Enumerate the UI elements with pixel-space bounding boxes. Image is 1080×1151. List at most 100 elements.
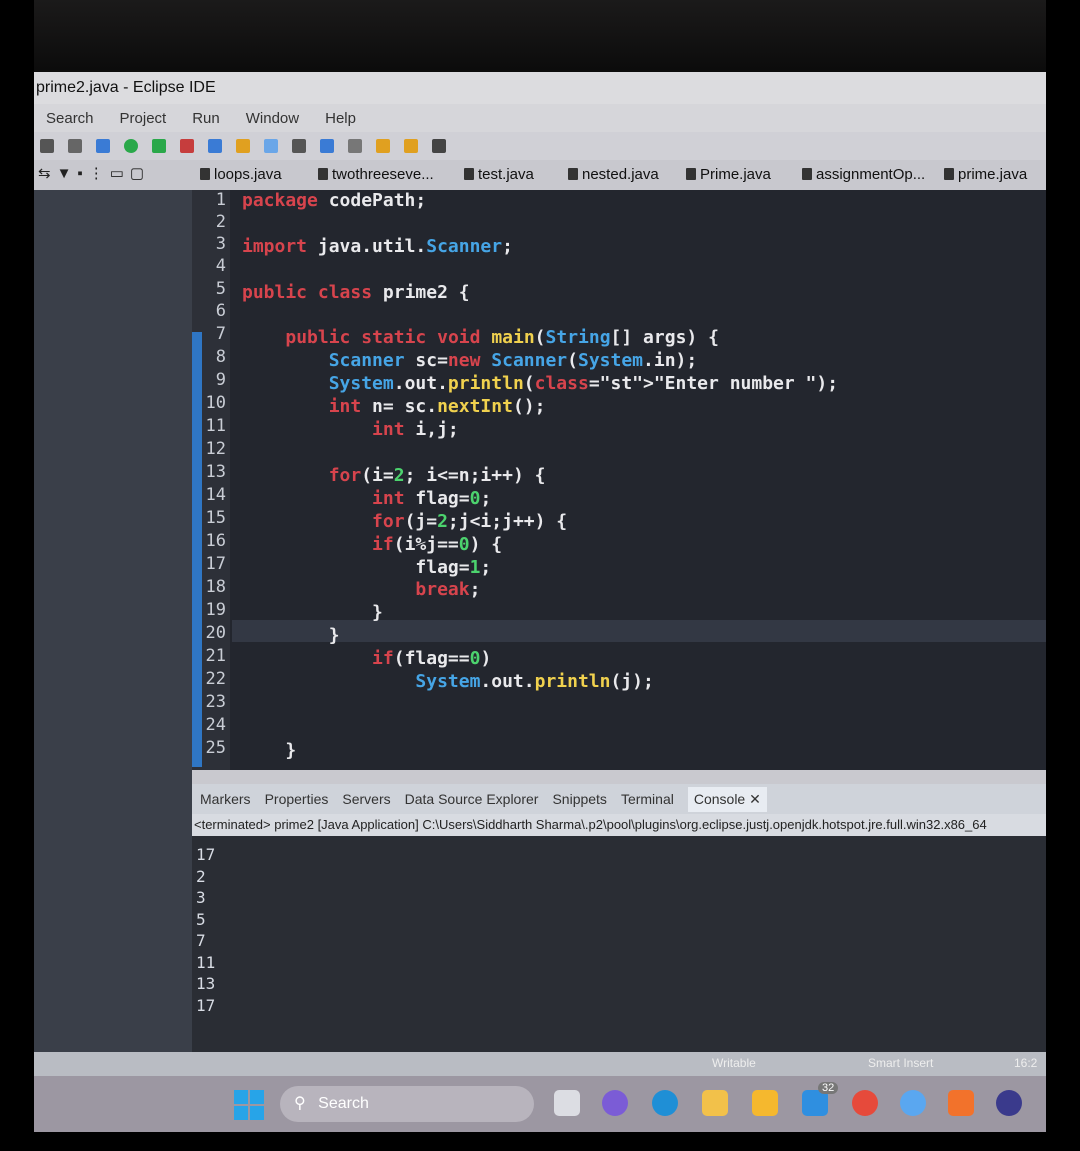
line-number: 23 [205,692,226,712]
menu-search[interactable]: Search [46,110,94,127]
tab-prime-lower[interactable]: prime.java [944,166,1027,183]
menu-help[interactable]: Help [325,110,356,127]
java-file-icon [318,168,328,180]
chat-icon[interactable] [602,1090,628,1116]
mail-badge: 32 [818,1082,839,1094]
line-number: 1 [215,190,226,210]
line-number: 9 [215,370,226,390]
search-tool-icon[interactable] [236,139,250,153]
code-line[interactable]: Scanner sc=new Scanner(System.in); [242,350,838,373]
code-line[interactable]: int n= sc.nextInt(); [242,396,838,419]
tab-label: nested.java [582,166,659,183]
external-tools-icon[interactable] [180,139,194,153]
code-line[interactable]: package codePath; [242,190,838,213]
code-line[interactable]: for(i=2; i<=n;i++) { [242,465,838,488]
line-number: 6 [215,301,226,321]
tab-twothreeseve[interactable]: twothreeseve... [318,166,434,183]
perspective-icon[interactable] [320,139,334,153]
code-line[interactable]: } [242,602,838,625]
save-icon[interactable] [68,139,82,153]
tab-assignmentop[interactable]: assignmentOp... [802,166,925,183]
edge-icon[interactable] [652,1090,678,1116]
tab-servers[interactable]: Servers [342,791,390,807]
task-view-icon[interactable] [554,1090,580,1116]
line-number: 16 [205,531,226,551]
line-number: 11 [205,416,226,436]
editor-tab-row: ⇆▼▪⋮▭▢ loops.java twothreeseve... test.j… [34,160,1046,190]
back-arrow-icon[interactable] [376,139,390,153]
code-line[interactable]: for(j=2;j<i;j++) { [242,511,838,534]
screen: prime2.java - Eclipse IDE Search Project… [34,72,1046,1132]
code-line[interactable] [242,259,838,282]
code-line[interactable]: System.out.println(class="st">"Enter num… [242,373,838,396]
code-editor[interactable]: 1 2 3 4 5 6 7 8 9 10 11 12 13 14 15 16 1… [192,190,1046,854]
close-icon[interactable]: ✕ [749,791,761,807]
writable-status: Writable [712,1056,756,1070]
code-line[interactable]: int i,j; [242,419,838,442]
run-icon[interactable] [124,139,138,153]
line-number: 19 [205,600,226,620]
tab-prime[interactable]: Prime.java [686,166,771,183]
line-number: 14 [205,485,226,505]
store-icon[interactable] [702,1090,728,1116]
open-type-icon[interactable] [208,139,222,153]
debug-icon[interactable] [96,139,110,153]
tab-nested[interactable]: nested.java [568,166,659,183]
code-line[interactable] [242,442,838,465]
code-line[interactable]: if(flag==0) [242,648,838,671]
line-number: 21 [205,646,226,666]
view-toolbar-icons[interactable]: ⇆▼▪⋮▭▢ [38,164,150,182]
tab-test[interactable]: test.java [464,166,534,183]
toggle-mark-icon[interactable] [264,139,278,153]
tab-snippets[interactable]: Snippets [552,791,606,807]
windows-start-icon[interactable] [234,1090,264,1120]
code-line[interactable]: public class prime2 { [242,282,838,305]
pin-icon[interactable] [348,139,362,153]
tab-label: loops.java [214,166,282,183]
code-line[interactable] [242,305,838,328]
menu-project[interactable]: Project [120,110,167,127]
tab-console[interactable]: Console ✕ [687,786,767,812]
line-number: 12 [205,439,226,459]
java-file-icon [568,168,578,180]
eclipse-icon[interactable] [996,1090,1022,1116]
code-line[interactable]: if(i%j==0) { [242,534,838,557]
code-line[interactable] [242,694,838,717]
cursor-position-status: 16:2 [1014,1056,1038,1070]
run-config-icon[interactable] [152,139,166,153]
code-line[interactable]: break; [242,579,838,602]
console-line: 11 [196,952,216,972]
menu-run[interactable]: Run [192,110,220,127]
tab-markers[interactable]: Markers [200,791,251,807]
next-edit-icon[interactable] [432,139,446,153]
file-explorer-icon[interactable] [752,1090,778,1116]
photos-icon[interactable] [900,1090,926,1116]
chrome-icon[interactable] [852,1090,878,1116]
code-line[interactable]: import java.util.Scanner; [242,236,838,259]
line-number: 20 [205,623,226,643]
code-line[interactable]: flag=1; [242,557,838,580]
code-line[interactable]: System.out.println(j); [242,671,838,694]
tab-properties[interactable]: Properties [265,791,329,807]
window-title: prime2.java - Eclipse IDE [34,72,1046,104]
taskbar-search-input[interactable]: ⚲ Search [280,1086,534,1122]
tab-data-source-explorer[interactable]: Data Source Explorer [405,791,539,807]
new-icon[interactable] [40,139,54,153]
brave-icon[interactable] [948,1090,974,1116]
code-line[interactable]: } [242,740,838,763]
console-line: 17 [196,995,216,1015]
code-line[interactable] [242,213,838,236]
code-line[interactable]: public static void main(String[] args) { [242,327,838,350]
forward-arrow-icon[interactable] [404,139,418,153]
code-line[interactable]: } [242,625,838,648]
menu-window[interactable]: Window [246,110,299,127]
tab-terminal[interactable]: Terminal [621,791,674,807]
line-number: 7 [215,324,226,344]
code-line[interactable]: int flag=0; [242,488,838,511]
tab-loops[interactable]: loops.java [200,166,282,183]
source-code[interactable]: package codePath; import java.util.Scann… [242,190,838,763]
format-icon[interactable] [292,139,306,153]
java-file-icon [802,168,812,180]
code-line[interactable] [242,717,838,740]
main-toolbar [34,132,1046,160]
